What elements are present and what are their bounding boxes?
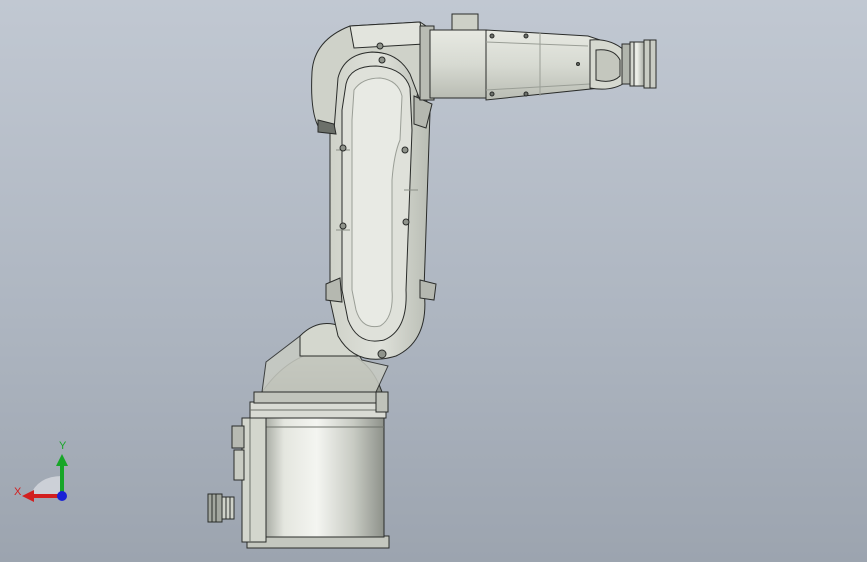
elbow-bracket-right [419,279,437,301]
base-cylinder [261,416,385,538]
swivel-ring [253,391,383,404]
bolt [401,146,409,154]
elbow-bracket-left [325,277,343,303]
bolt [402,218,410,226]
bolt [339,144,347,152]
tool-flange [629,41,645,87]
bolt [378,56,386,64]
cable-connector [207,493,235,523]
axis-triad: Y X [10,438,80,510]
graphics-viewport[interactable]: Y X [0,0,867,562]
x-axis-label: X [14,486,22,498]
bolt [376,42,384,50]
y-axis-label: Y [59,440,67,452]
base-connector-panel [241,417,267,543]
bolt [377,349,387,359]
panel-fitting-mid [233,449,245,481]
robot-model-view[interactable] [0,0,867,562]
robot-base[interactable] [207,391,390,549]
forearm-motor-block [429,29,487,99]
forearm-top-cover [451,13,479,31]
bolt [339,222,347,230]
base-foot-plate [246,535,390,549]
robot-wrist[interactable] [589,39,657,90]
robot-forearm[interactable] [429,13,601,101]
panel-fitting-top [231,425,245,449]
